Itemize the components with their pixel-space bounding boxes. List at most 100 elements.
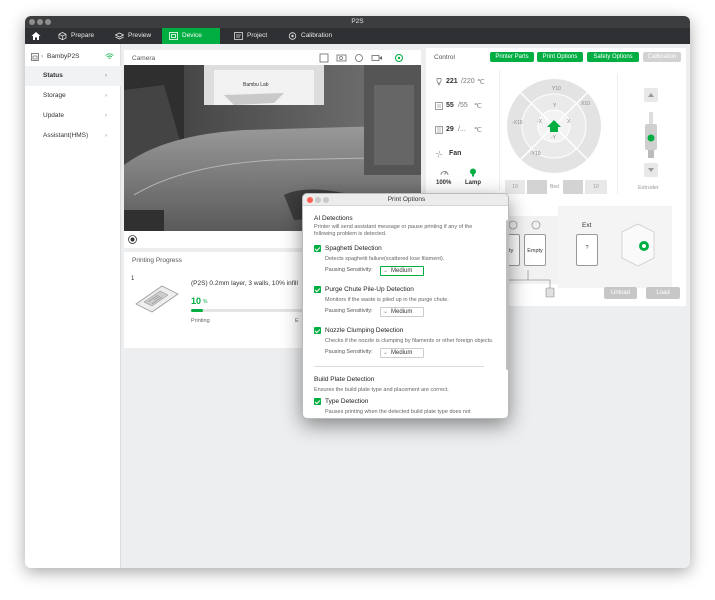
- bed-down-1-button[interactable]: [563, 180, 583, 194]
- button-label: Calibration: [647, 54, 677, 60]
- type-detection-desc: Pauses printing when the detected build …: [325, 409, 471, 415]
- chevron-right-icon: ›: [104, 92, 107, 99]
- extruder-label: Extruder: [638, 185, 659, 191]
- tab-device[interactable]: Device: [162, 28, 220, 44]
- zoom-window-button[interactable]: [45, 19, 51, 25]
- printer-parts-button[interactable]: Printer Parts: [490, 52, 534, 62]
- close-window-button[interactable]: [29, 19, 35, 25]
- tab-label: Project: [247, 32, 268, 39]
- spaghetti-checkbox[interactable]: [314, 245, 321, 252]
- sidebar-item-label: Assistant(HMS): [43, 132, 89, 139]
- dialog-scrollbar[interactable]: [506, 220, 508, 370]
- timelapse-icon[interactable]: [355, 54, 363, 62]
- slot-label: ?: [585, 245, 589, 251]
- spaghetti-title: Spaghetti Detection: [325, 245, 382, 252]
- print-options-dialog: Print Options AI Detections Printer will…: [302, 193, 509, 419]
- record-icon[interactable]: [128, 235, 137, 244]
- extruder-down-icon[interactable]: [644, 163, 658, 177]
- jog-minus-y10[interactable]: -Y10: [530, 151, 541, 157]
- chevron-down-icon: ⌄: [383, 309, 389, 315]
- spaghetti-sensitivity-select[interactable]: ⌄ Medium: [380, 266, 424, 276]
- tab-project[interactable]: Project: [227, 28, 283, 44]
- nozzle-unit: ℃: [477, 79, 485, 86]
- unload-button[interactable]: Unload: [604, 287, 637, 299]
- nozzle-target[interactable]: /220: [461, 78, 475, 85]
- calibration-button[interactable]: Calibration: [643, 52, 681, 62]
- print-options-button[interactable]: Print Options: [537, 52, 583, 62]
- jog-minus-x[interactable]: -X: [537, 119, 542, 125]
- minimize-window-button[interactable]: [37, 19, 43, 25]
- progress-bar-fill: [191, 309, 203, 312]
- sd-card-icon[interactable]: [319, 53, 329, 63]
- device-sidebar: › BambyP2S Status › Storage › Update › Assi…: [25, 44, 121, 568]
- sidebar-item-update[interactable]: Update ›: [25, 106, 121, 126]
- bed-icon: [435, 102, 443, 110]
- ams-slot-empty[interactable]: Empty: [524, 234, 546, 266]
- settings-icon[interactable]: [395, 54, 403, 62]
- wifi-icon: [105, 53, 114, 59]
- fan-label[interactable]: Fan: [449, 150, 461, 157]
- nozzle-clumping-checkbox[interactable]: [314, 327, 321, 334]
- bed-up-10-button[interactable]: 10: [505, 180, 525, 194]
- nozzle-clumping-title: Nozzle Clumping Detection: [325, 327, 404, 334]
- button-label: Print Options: [542, 54, 578, 60]
- target-icon: [288, 32, 297, 40]
- purge-chute-checkbox[interactable]: [314, 286, 321, 293]
- temperature-column: 221 /220 ℃ 55 /55 ℃ 29 /... ℃ Fan 100% L…: [430, 70, 500, 190]
- ams-path: [507, 270, 555, 298]
- dialog-body[interactable]: AI Detections Printer will send assistan…: [303, 206, 508, 418]
- dialog-close-button[interactable]: [307, 197, 313, 203]
- tab-label: Prepare: [71, 32, 95, 39]
- control-title: Control: [434, 54, 455, 61]
- bed-down-10-button[interactable]: 10: [585, 180, 607, 194]
- jog-x10[interactable]: X10: [581, 101, 590, 107]
- chevron-down-icon: ⌄: [383, 268, 389, 274]
- chevron-right-icon: ›: [104, 132, 107, 139]
- chamber-unit: ℃: [474, 127, 482, 134]
- tab-preview[interactable]: Preview: [108, 28, 162, 44]
- button-label: Printer Parts: [495, 54, 529, 60]
- lamp-label[interactable]: Lamp: [465, 180, 481, 186]
- load-button[interactable]: Load: [646, 287, 680, 299]
- video-icon[interactable]: [371, 55, 382, 61]
- nozzle-clumping-sensitivity-label: Pausing Sensitivity:: [325, 349, 373, 355]
- slot-label: Empty: [527, 248, 543, 254]
- jog-minus-y[interactable]: -Y: [551, 135, 556, 141]
- jog-x[interactable]: X: [567, 119, 570, 125]
- tab-calibration[interactable]: Calibration: [281, 28, 347, 44]
- bed-temp[interactable]: 55: [446, 102, 454, 109]
- nozzle-icon: [436, 78, 442, 86]
- camera-title: Camera: [132, 55, 156, 62]
- dialog-title-bar: Print Options: [303, 194, 508, 206]
- recording-icon[interactable]: [336, 54, 347, 62]
- nozzle-temp[interactable]: 221: [446, 78, 458, 85]
- extruder-up-icon[interactable]: [644, 88, 658, 102]
- bed-up-1-button[interactable]: [527, 180, 547, 194]
- nozzle-clumping-desc: Checks if the nozzle is clumping by fila…: [325, 338, 494, 344]
- home-icon[interactable]: [31, 31, 41, 41]
- jog-y10[interactable]: Y10: [552, 86, 561, 92]
- section-divider: [314, 366, 484, 367]
- purge-chute-sensitivity-select[interactable]: ⌄ Medium: [380, 307, 424, 317]
- nozzle-clumping-sensitivity-select[interactable]: ⌄ Medium: [380, 348, 424, 358]
- progress-percent-unit: %: [203, 299, 208, 305]
- layers-icon: [115, 32, 124, 40]
- tab-prepare[interactable]: Prepare: [51, 28, 107, 44]
- sidebar-item-storage[interactable]: Storage ›: [25, 86, 121, 106]
- jog-control[interactable]: [506, 78, 602, 174]
- sidebar-item-assistant[interactable]: Assistant(HMS) ›: [25, 126, 121, 146]
- sidebar-item-status[interactable]: Status ›: [25, 66, 121, 86]
- ext-slot[interactable]: ?: [576, 234, 598, 266]
- lamp-icon[interactable]: [469, 168, 477, 177]
- tab-label: Device: [182, 32, 202, 39]
- camera-overlay-text: Bambu Lab: [243, 82, 269, 88]
- button-label: Unload: [610, 290, 630, 296]
- type-detection-checkbox[interactable]: [314, 398, 321, 405]
- chamber-temp[interactable]: 29: [446, 126, 454, 133]
- jog-minus-x10[interactable]: -X10: [512, 120, 523, 126]
- jog-y[interactable]: Y: [553, 103, 556, 109]
- safety-options-button[interactable]: Safety Options: [587, 52, 639, 62]
- bed-target[interactable]: /55: [458, 102, 468, 109]
- chamber-target[interactable]: /...: [458, 126, 466, 133]
- speed-value[interactable]: 100%: [436, 180, 451, 186]
